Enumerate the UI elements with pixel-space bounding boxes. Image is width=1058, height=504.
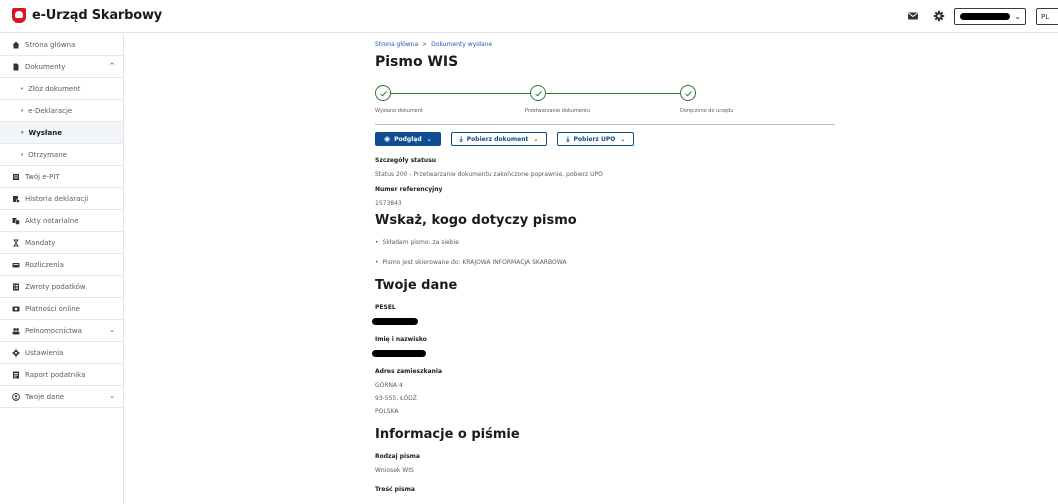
sidebar-item-home[interactable]: Strona główna	[0, 34, 123, 56]
address-line-2: 93-555, ŁÓDŹ	[375, 395, 417, 402]
download-document-button[interactable]: ⤓ Pobierz dokument ⌄	[450, 132, 548, 146]
check-icon	[685, 91, 692, 97]
pit-icon	[13, 173, 19, 180]
step-1-circle	[375, 85, 391, 101]
address-line-3: POLSKA	[375, 408, 399, 415]
top-header: e-Urząd Skarbowy ⌄ PL	[0, 0, 1058, 33]
step-3-label: Doręczono do urzędu	[680, 108, 734, 114]
step-2-label: Przetwarzanie dokumentu	[525, 108, 591, 114]
sidebar-item-e-pit[interactable]: Twój e-PIT	[0, 166, 123, 188]
address-line-1: GÓRNA 4	[375, 382, 403, 389]
chevron-down-icon: ⌄	[426, 135, 432, 143]
concerns-item: Pismo jest skierowane do: KRAJOWA INFORM…	[375, 259, 567, 266]
chevron-down-icon: ⌄	[109, 326, 115, 334]
status-details-value: Status 200 - Przetwarzanie dokumentu zak…	[375, 171, 603, 178]
breadcrumb: Strona główna > Dokumenty wysłane	[375, 41, 492, 48]
sidebar-item-documents[interactable]: Dokumenty ^	[0, 56, 123, 78]
status-details-label: Szczegóły statusu	[375, 157, 437, 164]
name-label: Imię i nazwisko	[375, 336, 427, 343]
address-label: Adres zamieszkania	[375, 368, 443, 375]
app-logo[interactable]: e-Urząd Skarbowy	[12, 8, 162, 23]
sidebar-item-e-declarations[interactable]: e-Deklaracje	[0, 100, 123, 122]
payment-icon	[12, 306, 20, 311]
sidebar-item-proxies[interactable]: Pełnomocnictwa ⌄	[0, 320, 123, 342]
sidebar-item-tax-refunds[interactable]: Zwroty podatków	[0, 276, 123, 298]
sidebar-item-sent[interactable]: Wysłane	[0, 122, 123, 144]
language-value: PL	[1041, 13, 1050, 21]
step-3-circle	[680, 85, 696, 101]
sidebar-item-your-data[interactable]: Twoje dane ⌄	[0, 386, 123, 408]
breadcrumb-current[interactable]: Dokumenty wysłane	[431, 41, 492, 48]
report-icon	[13, 371, 19, 378]
step-connector	[391, 93, 538, 94]
sidebar-nav: Strona główna Dokumenty ^ Złóż dokument …	[0, 34, 124, 504]
download-upo-button[interactable]: ⤓ Pobierz UPO ⌄	[557, 132, 635, 146]
emblem-icon	[12, 8, 26, 23]
check-icon	[380, 91, 387, 97]
step-1-label: Wysłano dokument	[375, 108, 423, 114]
mail-icon[interactable]	[907, 10, 919, 22]
page-title: Pismo WIS	[375, 54, 459, 70]
download-icon: ⤓	[566, 134, 570, 143]
notary-icon	[12, 217, 20, 225]
chevron-up-icon: ^	[109, 62, 115, 70]
step-2-circle	[530, 85, 546, 101]
ticket-icon	[13, 239, 19, 246]
user-icon	[12, 392, 20, 401]
breadcrumb-separator: >	[422, 41, 428, 48]
sidebar-item-taxpayer-report[interactable]: Raport podatnika	[0, 364, 123, 386]
sidebar-item-online-payments[interactable]: Płatności online	[0, 298, 123, 320]
letter-type-label: Rodzaj pisma	[375, 453, 420, 460]
eye-icon: ◉	[384, 135, 391, 143]
concerns-heading: Wskaż, kogo dotyczy pismo	[375, 213, 577, 228]
settlement-icon	[12, 262, 20, 267]
letter-info-heading: Informacje o piśmie	[375, 427, 520, 442]
redacted-pesel	[372, 318, 418, 325]
history-icon	[13, 195, 20, 203]
account-select[interactable]: ⌄	[954, 8, 1026, 25]
download-icon: ⤓	[459, 134, 463, 143]
home-icon	[12, 41, 20, 48]
your-data-heading: Twoje dane	[375, 278, 458, 293]
sidebar-item-fines[interactable]: Mandaty	[0, 232, 123, 254]
sidebar-item-settings[interactable]: Ustawienia	[0, 342, 123, 364]
chevron-down-icon: ⌄	[620, 135, 626, 143]
chevron-down-icon: ⌄	[533, 135, 539, 143]
breadcrumb-home-link[interactable]: Strona główna	[375, 41, 418, 48]
sidebar-item-received[interactable]: Otrzymane	[0, 144, 123, 166]
sidebar-item-settlements[interactable]: Rozliczenia	[0, 254, 123, 276]
sidebar-item-notarial-acts[interactable]: Akty notarialne	[0, 210, 123, 232]
check-icon	[535, 91, 542, 97]
status-stepper: Wysłano dokument Przetwarzanie dokumentu…	[375, 85, 835, 125]
reference-number-value: 1573843	[375, 200, 402, 207]
pesel-label: PESEL	[375, 304, 396, 311]
app-title: e-Urząd Skarbowy	[32, 8, 163, 23]
redacted-name	[372, 350, 426, 357]
document-icon	[13, 63, 19, 70]
proxy-icon	[12, 327, 20, 334]
concerns-item: Składam pismo: za siebie	[375, 239, 459, 246]
language-select[interactable]: PL	[1036, 8, 1058, 25]
letter-content-label: Treść pisma	[375, 486, 415, 493]
step-connector	[546, 93, 696, 94]
redacted-account-name	[960, 13, 1010, 20]
letter-type-value: Wniosek WIS	[375, 467, 414, 474]
document-actions: ◉ Podgląd ⌄ ⤓ Pobierz dokument ⌄ ⤓ Pobie…	[375, 132, 635, 146]
refund-icon	[13, 283, 19, 290]
preview-button[interactable]: ◉ Podgląd ⌄	[375, 132, 441, 146]
sidebar-item-submit-document[interactable]: Złóż dokument	[0, 78, 123, 100]
gear-icon	[12, 348, 20, 357]
chevron-down-icon: ⌄	[109, 392, 115, 400]
chevron-down-icon: ⌄	[1014, 12, 1021, 21]
reference-number-label: Numer referencyjny	[375, 186, 443, 193]
sidebar-item-declaration-history[interactable]: Historia deklaracji	[0, 188, 123, 210]
gear-icon[interactable]	[933, 10, 945, 22]
